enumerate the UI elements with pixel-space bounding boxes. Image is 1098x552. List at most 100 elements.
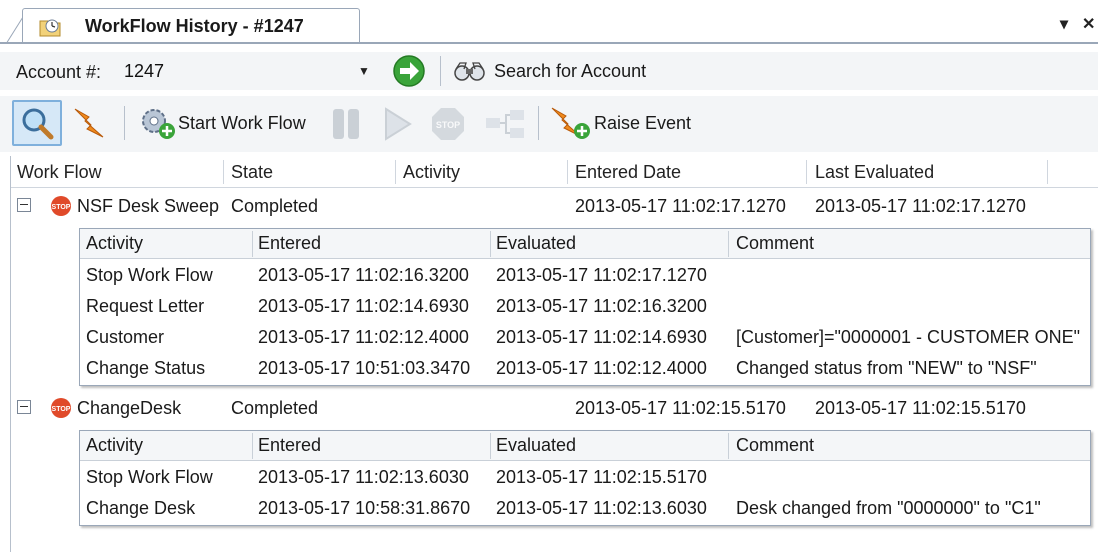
column-header-state[interactable]: State <box>231 162 273 183</box>
activity-name: Customer <box>86 327 165 347</box>
column-divider[interactable] <box>567 160 568 184</box>
stop-button[interactable]: STOP <box>430 106 466 142</box>
detail-column-header-evaluated[interactable]: Evaluated <box>496 435 576 456</box>
workflow-state: Completed <box>231 196 319 216</box>
activity-name: Stop Work Flow <box>86 467 213 487</box>
column-divider[interactable] <box>728 231 729 257</box>
svg-text:STOP: STOP <box>436 120 460 130</box>
activity-evaluated: 2013-05-17 11:02:16.3200 <box>496 296 707 316</box>
activity-entered: 2013-05-17 11:02:14.6930 <box>258 296 469 316</box>
activity-entered: 2013-05-17 11:02:13.6030 <box>258 467 469 487</box>
svg-text:STOP: STOP <box>52 204 71 211</box>
pause-icon <box>333 109 359 139</box>
binoculars-icon <box>454 62 485 81</box>
workflow-toolbar: Start Work Flow STOP Raise Event <box>0 96 1098 152</box>
tab-menu-icon[interactable]: ▾ <box>1060 14 1068 34</box>
start-work-flow-button[interactable]: Start Work Flow <box>136 104 306 142</box>
activity-name: Stop Work Flow <box>86 265 213 285</box>
column-header-activity[interactable]: Activity <box>403 162 460 183</box>
column-header-work-flow[interactable]: Work Flow <box>17 162 102 183</box>
toolbar-separator <box>124 106 125 140</box>
toolbar-separator <box>538 106 539 140</box>
trigger-event-button[interactable] <box>68 102 114 144</box>
workflow-last-evaluated: 2013-05-17 11:02:15.5170 <box>815 398 1026 418</box>
pause-button[interactable] <box>328 106 364 142</box>
document-tab-strip: WorkFlow History - #1247 ▾ ✕ <box>0 0 1098 44</box>
lightning-icon <box>74 108 104 138</box>
detail-column-header-evaluated[interactable]: Evaluated <box>496 233 576 254</box>
column-divider[interactable] <box>252 231 253 257</box>
stop-sign-icon: STOP <box>51 398 71 418</box>
search-for-account-label: Search for Account <box>494 60 647 81</box>
account-input[interactable] <box>120 56 376 86</box>
column-divider[interactable] <box>395 160 396 184</box>
detail-column-header-entered[interactable]: Entered <box>258 435 321 456</box>
play-icon <box>385 107 412 141</box>
column-divider[interactable] <box>728 433 729 459</box>
start-work-flow-label: Start Work Flow <box>178 112 306 133</box>
account-label: Account #: <box>16 62 102 82</box>
account-bar: Account #: ▼ Search for Account <box>0 52 1098 90</box>
toolbar-separator <box>440 56 441 86</box>
detail-column-header-entered[interactable]: Entered <box>258 233 321 254</box>
activity-name: Request Letter <box>86 296 205 316</box>
activity-name: Change Status <box>86 358 206 378</box>
detail-column-header-comment[interactable]: Comment <box>736 233 814 254</box>
activity-detail-grid: Activity Entered Evaluated Comment Stop … <box>79 430 1091 526</box>
workflow-name: ChangeDesk <box>77 398 182 418</box>
collapse-toggle[interactable] <box>17 400 31 414</box>
activity-comment: Desk changed from "0000000" to "C1" <box>736 498 1041 518</box>
activity-evaluated: 2013-05-17 11:02:12.4000 <box>496 358 707 378</box>
activity-entered: 2013-05-17 10:58:31.8670 <box>258 498 471 518</box>
svg-text:STOP: STOP <box>52 406 71 413</box>
workflow-entered-date: 2013-05-17 11:02:17.1270 <box>575 196 786 216</box>
detail-header: Activity Entered Evaluated Comment <box>80 431 1090 461</box>
column-divider[interactable] <box>223 160 224 184</box>
workflow-state: Completed <box>231 398 319 418</box>
activity-evaluated: 2013-05-17 11:02:17.1270 <box>496 265 707 285</box>
detail-column-header-comment[interactable]: Comment <box>736 435 814 456</box>
activity-evaluated: 2013-05-17 11:02:15.5170 <box>496 467 707 487</box>
column-divider[interactable] <box>252 433 253 459</box>
move-step-button[interactable] <box>484 108 528 140</box>
activity-entered: 2013-05-17 11:02:12.4000 <box>258 327 469 347</box>
activity-name: Change Desk <box>86 498 196 518</box>
activity-detail-grid: Activity Entered Evaluated Comment Stop … <box>79 228 1091 386</box>
collapse-toggle[interactable] <box>17 198 31 212</box>
gear-add-icon <box>142 109 175 139</box>
close-icon[interactable]: ✕ <box>1082 14 1095 34</box>
column-header-entered-date[interactable]: Entered Date <box>575 162 681 183</box>
tab-title: WorkFlow History - #1247 <box>85 16 304 36</box>
activity-evaluated: 2013-05-17 11:02:14.6930 <box>496 327 707 347</box>
workflow-last-evaluated: 2013-05-17 11:02:17.1270 <box>815 196 1026 216</box>
column-header-last-evaluated[interactable]: Last Evaluated <box>815 162 934 183</box>
workflow-row[interactable]: STOP ChangeDesk Completed 2013-05-17 11:… <box>11 392 1098 424</box>
tab-workflow-history[interactable]: WorkFlow History - #1247 <box>22 8 360 44</box>
column-divider[interactable] <box>490 231 491 257</box>
search-for-account-button[interactable]: Search for Account <box>450 56 646 86</box>
activity-entered: 2013-05-17 11:02:16.3200 <box>258 265 469 285</box>
go-arrow-icon[interactable] <box>390 53 428 89</box>
find-button[interactable] <box>12 100 62 146</box>
stop-sign-icon: STOP <box>432 108 464 140</box>
column-divider[interactable] <box>490 433 491 459</box>
magnifier-icon <box>22 108 54 140</box>
activity-comment: Changed status from "NEW" to "NSF" <box>736 358 1037 378</box>
column-divider[interactable] <box>1047 160 1048 184</box>
column-divider[interactable] <box>806 160 807 184</box>
stop-sign-icon: STOP <box>51 196 71 216</box>
workflow-history-icon <box>37 15 63 39</box>
detail-header: Activity Entered Evaluated Comment <box>80 229 1090 259</box>
workflow-entered-date: 2013-05-17 11:02:15.5170 <box>575 398 786 418</box>
grid-header: Work Flow State Activity Entered Date La… <box>11 156 1098 188</box>
tab-baseline <box>0 42 1098 44</box>
workflow-row[interactable]: STOP NSF Desk Sweep Completed 2013-05-17… <box>11 190 1098 222</box>
chevron-down-icon[interactable]: ▼ <box>358 64 370 78</box>
detail-column-header-activity[interactable]: Activity <box>86 435 143 456</box>
workflow-history-grid: Work Flow State Activity Entered Date La… <box>10 156 1098 552</box>
flow-step-icon <box>486 110 524 138</box>
raise-event-button[interactable]: Raise Event <box>548 104 691 142</box>
detail-column-header-activity[interactable]: Activity <box>86 233 143 254</box>
activity-comment: [Customer]="0000001 - CUSTOMER ONE" <box>736 327 1081 347</box>
play-button[interactable] <box>380 106 414 142</box>
